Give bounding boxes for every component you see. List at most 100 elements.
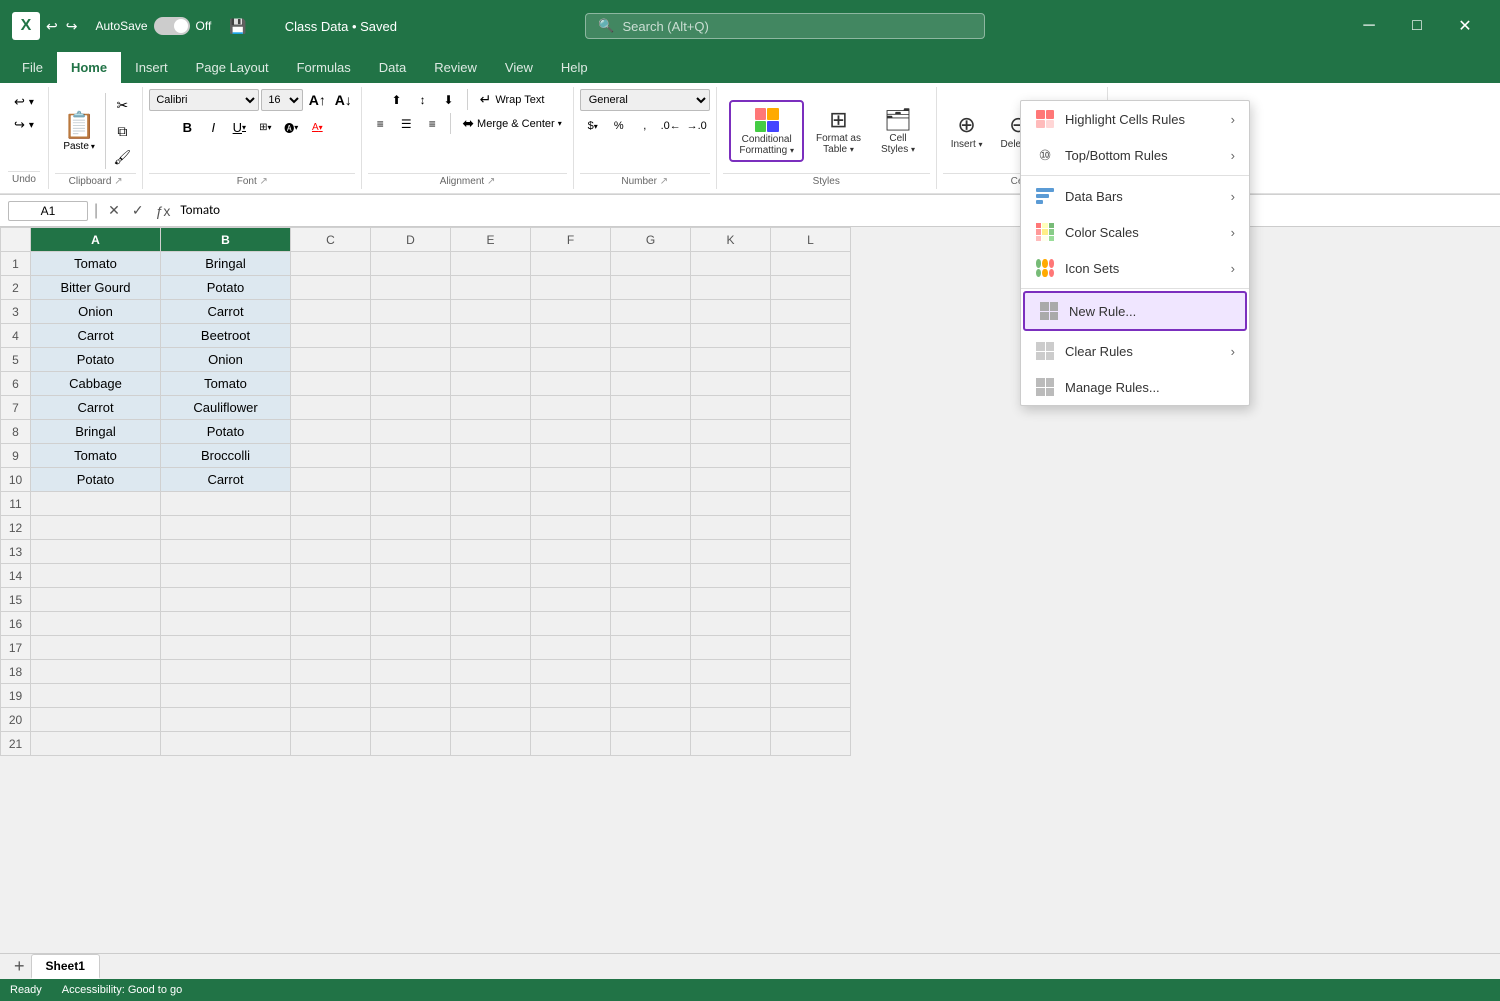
formula-cancel-btn[interactable]: ✕ xyxy=(104,200,124,221)
cell-styles-btn[interactable]: 🗂 CellStyles ▾ xyxy=(873,103,923,159)
row-header-18[interactable]: 18 xyxy=(1,660,31,684)
cell-a18[interactable] xyxy=(31,660,161,684)
cell-f2[interactable] xyxy=(531,276,611,300)
cf-menu-topbottom[interactable]: ⑩ Top/Bottom Rules › xyxy=(1021,137,1249,173)
cell-f5[interactable] xyxy=(531,348,611,372)
align-left-btn[interactable]: ≡ xyxy=(368,114,392,134)
cell-a2[interactable]: Bitter Gourd xyxy=(31,276,161,300)
underline-btn[interactable]: U▾ xyxy=(227,116,251,138)
cell-g16[interactable] xyxy=(611,612,691,636)
cell-e18[interactable] xyxy=(451,660,531,684)
tab-file[interactable]: File xyxy=(8,52,57,83)
cell-f7[interactable] xyxy=(531,396,611,420)
font-family-select[interactable]: Calibri xyxy=(149,89,259,111)
align-middle-btn[interactable]: ↕ xyxy=(411,90,435,110)
cell-k7[interactable] xyxy=(691,396,771,420)
cell-b18[interactable] xyxy=(161,660,291,684)
cf-menu-newrule[interactable]: New Rule... xyxy=(1023,291,1247,331)
cell-e13[interactable] xyxy=(451,540,531,564)
cell-a3[interactable]: Onion xyxy=(31,300,161,324)
currency-btn[interactable]: $▾ xyxy=(581,115,605,137)
cell-f3[interactable] xyxy=(531,300,611,324)
merge-center-btn[interactable]: ⬌ Merge & Center ▾ xyxy=(457,113,566,134)
cell-d4[interactable] xyxy=(371,324,451,348)
cell-b8[interactable]: Potato xyxy=(161,420,291,444)
cell-k2[interactable] xyxy=(691,276,771,300)
cell-g10[interactable] xyxy=(611,468,691,492)
cell-d5[interactable] xyxy=(371,348,451,372)
row-header-17[interactable]: 17 xyxy=(1,636,31,660)
cell-c15[interactable] xyxy=(291,588,371,612)
row-header-21[interactable]: 21 xyxy=(1,732,31,756)
cell-e15[interactable] xyxy=(451,588,531,612)
cell-a20[interactable] xyxy=(31,708,161,732)
cell-b16[interactable] xyxy=(161,612,291,636)
cell-g17[interactable] xyxy=(611,636,691,660)
cell-l19[interactable] xyxy=(771,684,851,708)
cell-e5[interactable] xyxy=(451,348,531,372)
cell-b21[interactable] xyxy=(161,732,291,756)
cell-g15[interactable] xyxy=(611,588,691,612)
cell-l4[interactable] xyxy=(771,324,851,348)
add-sheet-btn[interactable]: + xyxy=(8,956,31,977)
cell-e3[interactable] xyxy=(451,300,531,324)
bold-btn[interactable]: B xyxy=(175,116,199,138)
cell-e9[interactable] xyxy=(451,444,531,468)
row-header-4[interactable]: 4 xyxy=(1,324,31,348)
row-header-5[interactable]: 5 xyxy=(1,348,31,372)
cell-k9[interactable] xyxy=(691,444,771,468)
cell-c20[interactable] xyxy=(291,708,371,732)
cell-d14[interactable] xyxy=(371,564,451,588)
cell-a14[interactable] xyxy=(31,564,161,588)
cell-c19[interactable] xyxy=(291,684,371,708)
cell-b10[interactable]: Carrot xyxy=(161,468,291,492)
cell-l15[interactable] xyxy=(771,588,851,612)
close-btn[interactable]: ✕ xyxy=(1442,10,1488,42)
cell-c13[interactable] xyxy=(291,540,371,564)
cell-g2[interactable] xyxy=(611,276,691,300)
undo-btn[interactable]: ↩▾ xyxy=(8,91,40,113)
cell-f20[interactable] xyxy=(531,708,611,732)
col-header-f[interactable]: F xyxy=(531,228,611,252)
cell-g6[interactable] xyxy=(611,372,691,396)
cell-c21[interactable] xyxy=(291,732,371,756)
cut-btn[interactable]: ✂ xyxy=(110,93,134,117)
cell-k3[interactable] xyxy=(691,300,771,324)
tab-insert[interactable]: Insert xyxy=(121,52,182,83)
col-header-b[interactable]: B xyxy=(161,228,291,252)
cf-menu-highlight[interactable]: Highlight Cells Rules › xyxy=(1021,101,1249,137)
cell-a15[interactable] xyxy=(31,588,161,612)
cell-k15[interactable] xyxy=(691,588,771,612)
tab-view[interactable]: View xyxy=(491,52,547,83)
align-right-btn[interactable]: ≡ xyxy=(420,114,444,134)
cell-b2[interactable]: Potato xyxy=(161,276,291,300)
cell-d3[interactable] xyxy=(371,300,451,324)
cell-c2[interactable] xyxy=(291,276,371,300)
cell-a1[interactable]: Tomato xyxy=(31,252,161,276)
row-header-2[interactable]: 2 xyxy=(1,276,31,300)
cell-k19[interactable] xyxy=(691,684,771,708)
cell-l2[interactable] xyxy=(771,276,851,300)
cell-l7[interactable] xyxy=(771,396,851,420)
cell-a19[interactable] xyxy=(31,684,161,708)
cell-b12[interactable] xyxy=(161,516,291,540)
cell-k12[interactable] xyxy=(691,516,771,540)
row-header-1[interactable]: 1 xyxy=(1,252,31,276)
cell-c11[interactable] xyxy=(291,492,371,516)
cell-l18[interactable] xyxy=(771,660,851,684)
fill-color-btn[interactable]: 🅐▾ xyxy=(279,116,303,138)
cell-c10[interactable] xyxy=(291,468,371,492)
cell-c12[interactable] xyxy=(291,516,371,540)
cell-k10[interactable] xyxy=(691,468,771,492)
cell-k4[interactable] xyxy=(691,324,771,348)
cell-g12[interactable] xyxy=(611,516,691,540)
cell-f11[interactable] xyxy=(531,492,611,516)
cell-g7[interactable] xyxy=(611,396,691,420)
cell-d21[interactable] xyxy=(371,732,451,756)
align-center-btn[interactable]: ☰ xyxy=(394,114,418,134)
col-header-l[interactable]: L xyxy=(771,228,851,252)
cell-e10[interactable] xyxy=(451,468,531,492)
row-header-6[interactable]: 6 xyxy=(1,372,31,396)
cell-c7[interactable] xyxy=(291,396,371,420)
redo-btn[interactable]: ↪▾ xyxy=(8,114,40,136)
